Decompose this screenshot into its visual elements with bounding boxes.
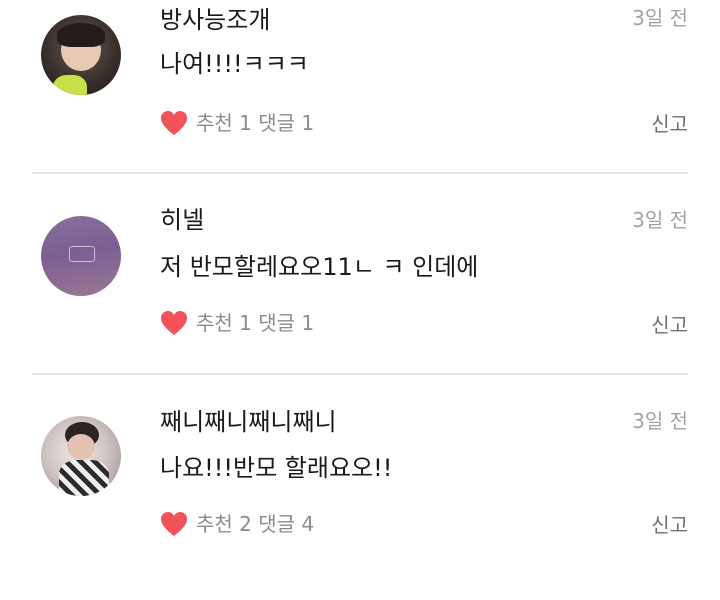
comment-item: 째니째니째니째니 3일 전 나요!!!반모 할래요오!! 추천 2 댓글 4 신…	[0, 400, 720, 600]
avatar-face	[67, 434, 95, 460]
avatar[interactable]	[41, 216, 121, 296]
heart-icon	[161, 311, 187, 335]
like-button[interactable]: 추천 1 댓글 1	[160, 308, 314, 338]
avatar-shirt	[53, 75, 87, 95]
like-button[interactable]: 추천 2 댓글 4	[160, 509, 314, 539]
report-button[interactable]: 신고	[651, 312, 688, 338]
comment-item: 히넬 3일 전 저 반모할레요오11ㄴ ㅋ 인데에 추천 1 댓글 1 신고	[0, 200, 720, 400]
comment-time: 3일 전	[632, 6, 688, 30]
avatar-shirt	[59, 460, 109, 496]
comment-stats: 추천 1 댓글 1	[196, 111, 315, 135]
comment-username[interactable]: 히넬	[160, 205, 204, 235]
report-button[interactable]: 신고	[651, 512, 688, 538]
comment-text: 나여!!!!ㅋㅋㅋ	[160, 50, 309, 78]
avatar-tag	[69, 246, 95, 262]
avatar[interactable]	[41, 15, 121, 95]
comment-text: 저 반모할레요오11ㄴ ㅋ 인데에	[160, 253, 479, 281]
heart-icon	[161, 111, 187, 135]
comment-time: 3일 전	[632, 208, 688, 232]
comment-stats: 추천 2 댓글 4	[196, 512, 315, 536]
divider	[32, 172, 688, 174]
like-button[interactable]: 추천 1 댓글 1	[160, 108, 314, 138]
comment-time: 3일 전	[632, 409, 688, 433]
comment-item: 방사능조개 3일 전 나여!!!!ㅋㅋㅋ 추천 1 댓글 1 신고	[0, 0, 720, 200]
comment-username[interactable]: 째니째니째니째니	[160, 407, 337, 437]
comment-stats: 추천 1 댓글 1	[196, 311, 315, 335]
avatar[interactable]	[41, 416, 121, 496]
heart-icon	[161, 512, 187, 536]
report-button[interactable]: 신고	[651, 111, 688, 137]
divider	[32, 373, 688, 375]
comment-username[interactable]: 방사능조개	[160, 5, 270, 35]
avatar-hair	[57, 23, 105, 47]
comment-text: 나요!!!반모 할래요오!!	[160, 454, 393, 482]
